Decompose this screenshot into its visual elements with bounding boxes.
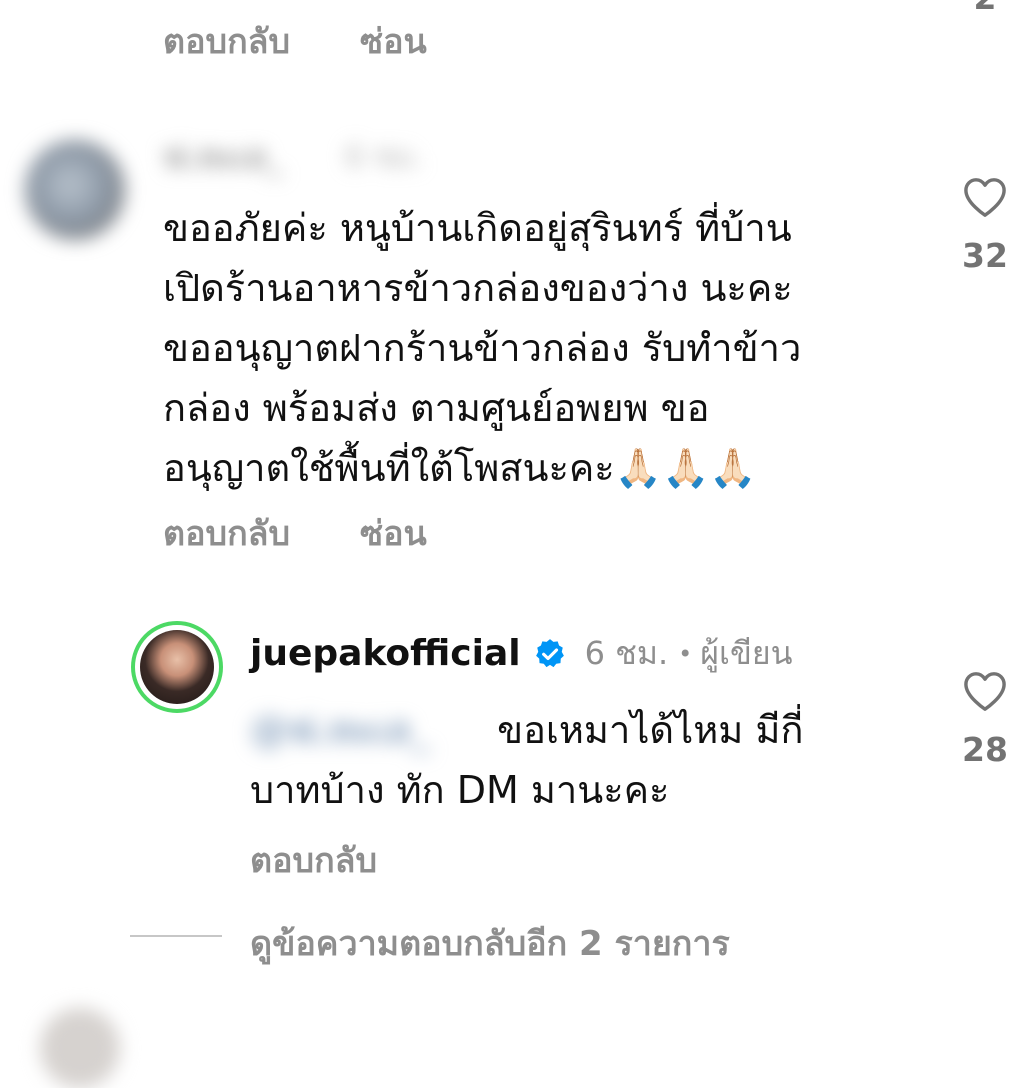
verified-badge-icon <box>533 637 567 671</box>
reply-line: บาทบ้าง ทัก DM มานะคะ <box>250 768 670 812</box>
reply-timestamp: 6 ชม. <box>584 634 669 672</box>
like-count: 2 <box>950 0 1020 17</box>
heart-icon[interactable] <box>962 670 1008 716</box>
avatar[interactable] <box>40 1008 120 1088</box>
hide-button[interactable]: ซ่อน <box>360 14 427 68</box>
comment-line: อนุญาตใช้พื้นที่ใต้โพสนะคะ🙏🏻🙏🏻🙏🏻 <box>163 446 757 490</box>
avatar[interactable] <box>25 140 125 240</box>
divider-line <box>130 935 222 937</box>
reply-text: @ฟ.ทะเล_ ขอเหมาได้ไหม มีกี่ บาทบ้าง ทัก … <box>250 700 930 820</box>
heart-icon[interactable] <box>962 176 1008 222</box>
comment-timestamp: 6 ชม. <box>345 140 424 175</box>
comment-username[interactable]: ฟ.ทะเล_ <box>163 132 283 183</box>
comment-line: ขออนุญาตฝากร้านข้าวกล่อง รับทำข้าว <box>163 326 802 370</box>
comment-line: กล่อง พร้อมส่ง ตามศูนย์อพยพ ขอ <box>163 386 710 430</box>
avatar[interactable] <box>131 621 223 713</box>
reply-header: juepakofficial 6 ชม. • ผู้เขียน <box>250 628 792 679</box>
reply-button[interactable]: ตอบกลับ <box>250 833 377 887</box>
hide-button[interactable]: ซ่อน <box>360 506 427 560</box>
like-count: 28 <box>962 730 1008 769</box>
reply-button[interactable]: ตอบกลับ <box>163 14 290 68</box>
reply-line-text: ขอเหมาได้ไหม มีกี่ <box>497 708 804 752</box>
separator-dot: • <box>678 639 693 668</box>
reply-button[interactable]: ตอบกลับ <box>163 506 290 560</box>
avatar-image <box>140 630 214 704</box>
reply-username[interactable]: juepakofficial <box>250 633 521 674</box>
comment-text: ขออภัยค่ะ หนูบ้านเกิดอยู่สุรินทร์ ที่บ้า… <box>163 198 943 498</box>
mention-link[interactable]: @ฟ.ทะเล_ <box>250 700 485 760</box>
comment-line: เปิดร้านอาหารข้าวกล่องของว่าง นะคะ <box>163 266 793 310</box>
like-count: 32 <box>962 236 1008 275</box>
comment-line: ขออภัยค่ะ หนูบ้านเกิดอยู่สุรินทร์ ที่บ้า… <box>163 206 792 250</box>
view-more-replies-button[interactable]: ดูข้อความตอบกลับอีก 2 รายการ <box>250 916 730 970</box>
reply-line: @ฟ.ทะเล_ ขอเหมาได้ไหม มีกี่ <box>250 700 930 760</box>
author-label: ผู้เขียน <box>700 634 793 672</box>
